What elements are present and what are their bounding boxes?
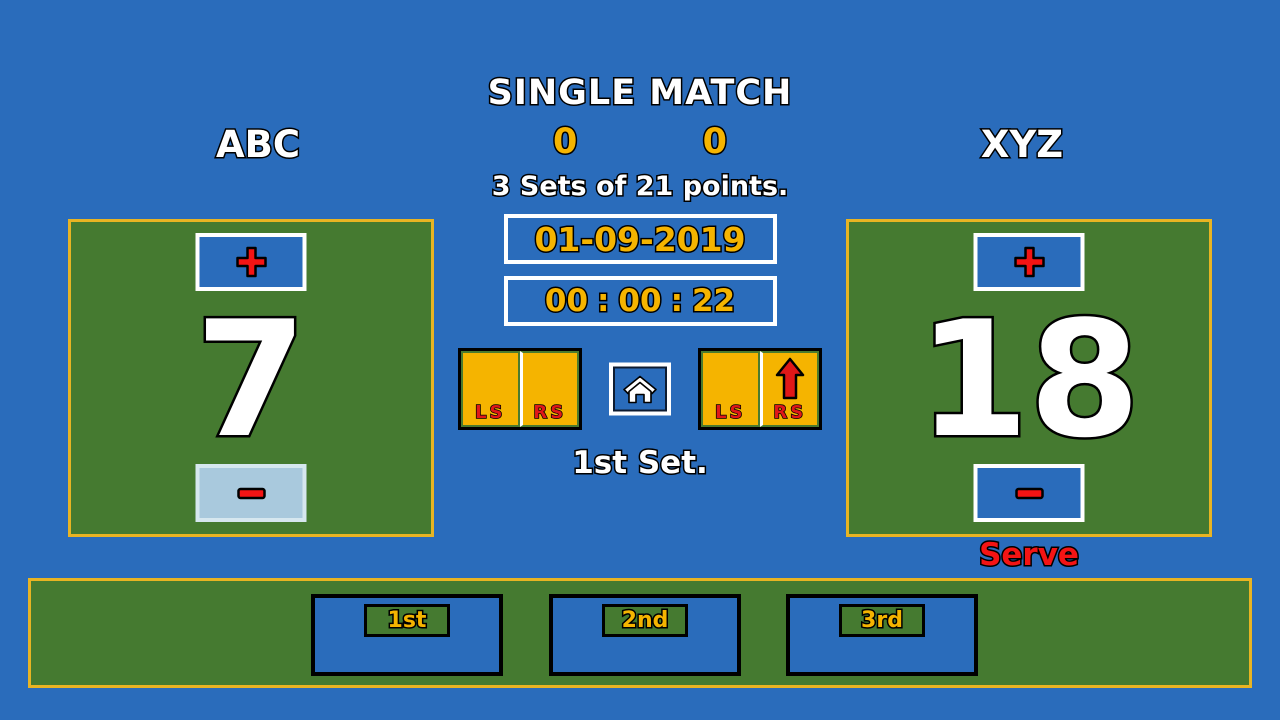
minus-icon <box>1014 487 1044 500</box>
match-date-field[interactable]: 01-09-2019 <box>503 214 777 264</box>
serve-left-rs-button[interactable]: RS <box>519 351 579 427</box>
plus-icon <box>235 246 267 278</box>
set-selector-bar: 1st 2nd 3rd <box>28 578 1252 688</box>
serve-left-ls-label: LS <box>474 402 506 423</box>
team-panel-left: ABC 7 <box>68 0 448 560</box>
team-panel-right: XYZ 18 Serve <box>832 0 1212 572</box>
timer-separator-1: : <box>595 282 611 319</box>
home-button[interactable] <box>609 362 671 416</box>
home-button-inner <box>613 366 667 412</box>
current-set-label: 1st Set. <box>571 445 710 481</box>
score-panel-left: 7 <box>68 219 434 537</box>
timer-seconds: 22 <box>690 282 736 319</box>
set-button-2nd-label: 2nd <box>602 604 688 637</box>
score-value-right: 18 <box>915 286 1143 473</box>
match-timer-field[interactable]: 00 : 00 : 22 <box>503 276 777 326</box>
minus-icon <box>236 487 266 500</box>
plus-icon <box>1013 246 1045 278</box>
timer-minutes: 00 <box>617 282 663 319</box>
set-button-3rd[interactable]: 3rd <box>786 594 978 676</box>
serve-indicator-right: Serve <box>978 537 1081 573</box>
serve-right-rs-button[interactable]: RS <box>759 351 819 427</box>
increment-score-right-button[interactable] <box>973 233 1085 291</box>
team-name-left: ABC <box>215 123 302 166</box>
serve-selector-right: LS RS <box>698 348 822 430</box>
sets-won-row: 0 0 <box>495 122 785 162</box>
sets-won-right: 0 <box>701 122 728 162</box>
score-panel-right: 18 <box>846 219 1212 537</box>
serve-left-rs-label: RS <box>533 402 567 423</box>
timer-separator-2: : <box>669 282 685 319</box>
serve-right-rs-label: RS <box>773 402 807 423</box>
home-icon <box>623 375 657 403</box>
set-button-1st-label: 1st <box>364 604 450 637</box>
serve-arrow-up-icon <box>775 357 804 400</box>
serve-left-ls-button[interactable]: LS <box>461 351 520 427</box>
serve-right-ls-button[interactable]: LS <box>701 351 760 427</box>
match-date-value: 01-09-2019 <box>533 219 747 259</box>
match-format-label: 3 Sets of 21 points. <box>490 171 790 202</box>
decrement-score-right-button[interactable] <box>973 464 1085 522</box>
timer-hours: 00 <box>543 282 589 319</box>
set-button-2nd[interactable]: 2nd <box>549 594 741 676</box>
increment-score-left-button[interactable] <box>195 233 307 291</box>
serve-control-row: LS RS LS RS <box>440 348 840 430</box>
set-button-1st[interactable]: 1st <box>311 594 503 676</box>
team-name-right: XYZ <box>979 123 1064 166</box>
serve-selector-left: LS RS <box>458 348 582 430</box>
sets-won-left: 0 <box>551 122 578 162</box>
score-value-left: 7 <box>193 286 309 473</box>
match-title: SINGLE MATCH <box>486 73 793 113</box>
set-button-3rd-label: 3rd <box>839 604 925 637</box>
decrement-score-left-button[interactable] <box>195 464 307 522</box>
serve-right-ls-label: LS <box>714 402 746 423</box>
